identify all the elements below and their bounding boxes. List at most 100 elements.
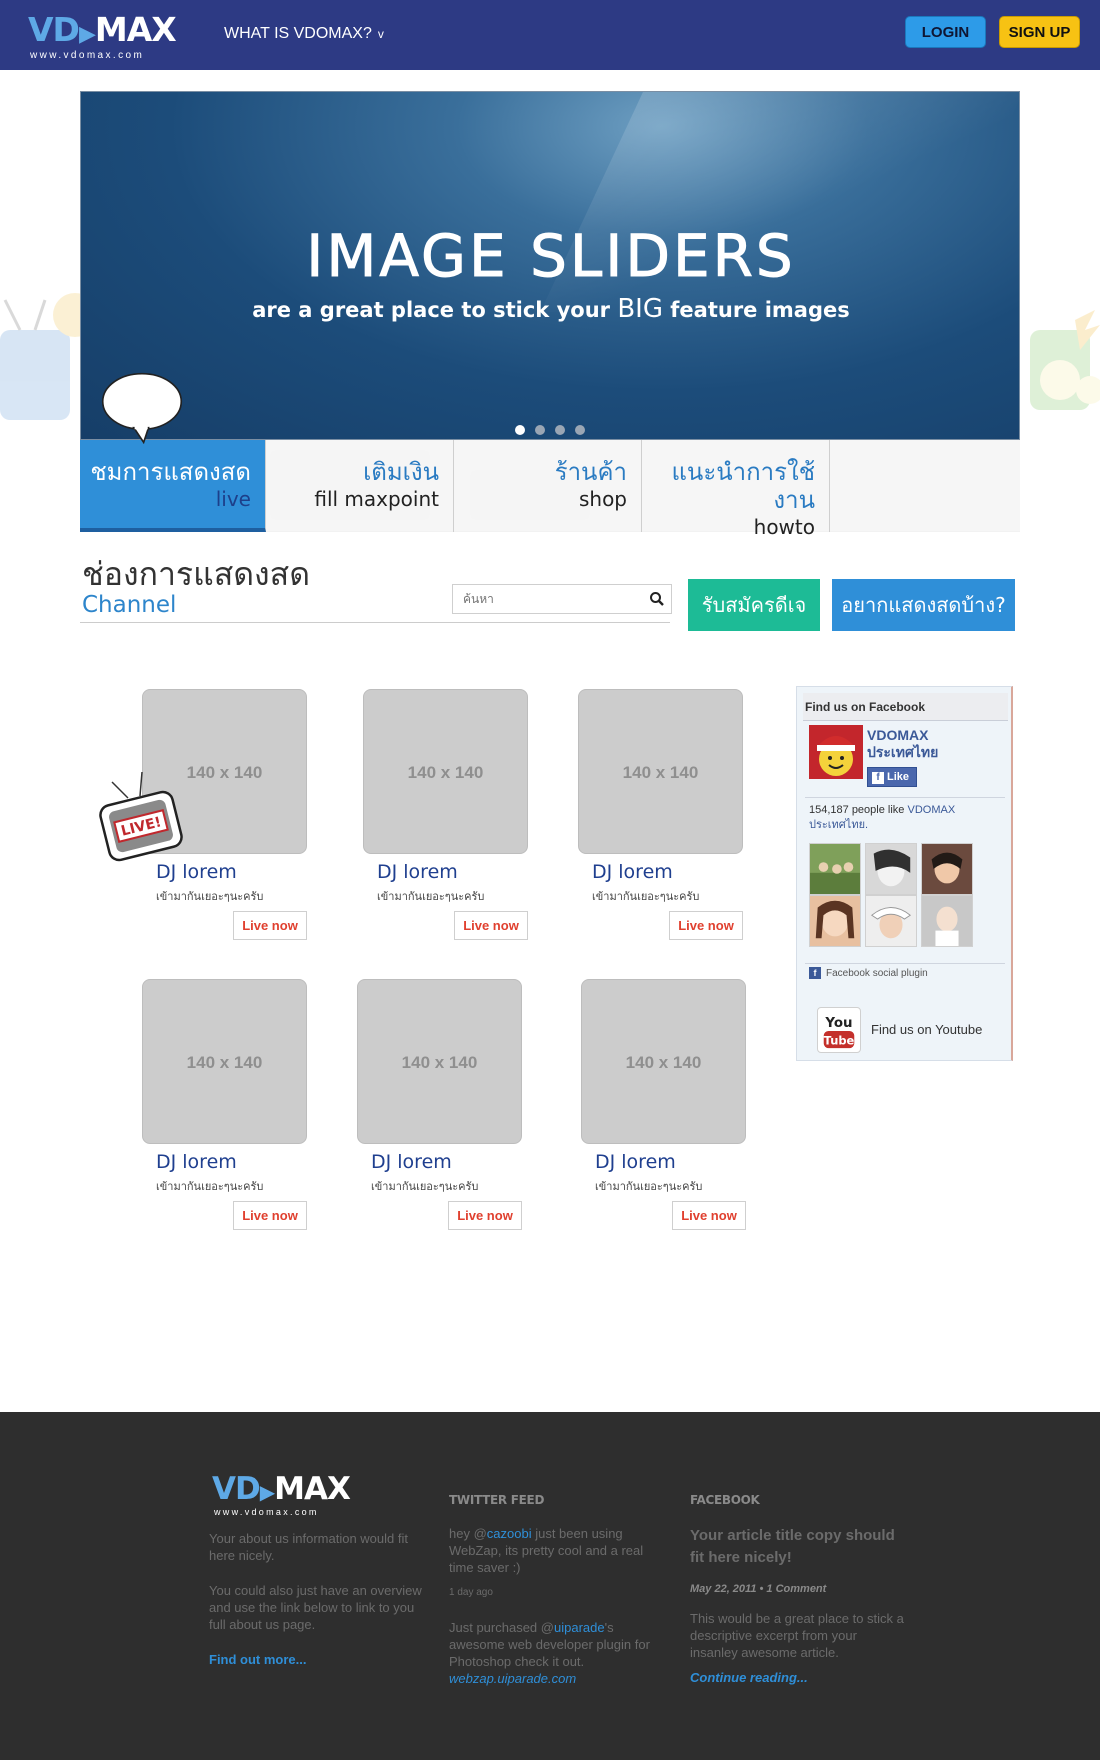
tweet-1-handle[interactable]: cazoobi — [487, 1526, 532, 1541]
footer: VD▶MAX www.vdomax.com Your about us info… — [0, 1412, 1100, 1760]
footer-about-text-2: You could also just have an overview and… — [209, 1583, 422, 1632]
find-out-more-link[interactable]: Find out more... — [209, 1651, 424, 1668]
fan-avatar[interactable] — [921, 843, 973, 895]
article-excerpt: This would be a great place to stick a d… — [690, 1611, 904, 1660]
card-thumbnail[interactable]: 140 x 140 — [581, 979, 746, 1144]
card-description: เข้ามากันเยอะๆนะครับ — [377, 891, 485, 903]
want-to-perform-button[interactable]: อยากแสดงสดบ้าง? — [832, 579, 1015, 631]
slider-subtitle: are a great place to stick your BIG feat… — [81, 294, 1019, 324]
login-button[interactable]: LOGIN — [905, 16, 986, 48]
fan-avatar[interactable] — [865, 843, 917, 895]
card-dj-name[interactable]: DJ lorem — [156, 1151, 237, 1173]
live-now-button[interactable]: Live now — [672, 1201, 746, 1230]
tab-shop-th: ร้านค้า — [554, 458, 627, 486]
footer-logo[interactable]: VD▶MAX www.vdomax.com — [212, 1471, 357, 1518]
channel-card[interactable]: 140 x 140 DJ lorem เข้ามากันเยอะๆนะครับ … — [357, 979, 527, 1239]
slider-subtitle-a: are a great place to stick your — [252, 298, 610, 322]
channel-card[interactable]: 140 x 140 DJ lorem เข้ามากันเยอะๆนะครับ … — [142, 979, 312, 1239]
slider-title: IMAGE SLIDERS — [306, 222, 796, 291]
fan-avatar[interactable] — [865, 895, 917, 947]
facebook-page-name[interactable]: VDOMAX ประเทศไทย — [867, 727, 997, 761]
tab-live-th: ชมการแสดงสด — [90, 458, 251, 486]
card-dj-name[interactable]: DJ lorem — [592, 861, 673, 883]
article-title[interactable]: Your article title copy should fit here … — [690, 1525, 905, 1569]
slider-dots — [515, 422, 595, 435]
card-thumbnail[interactable]: 140 x 140 — [363, 689, 528, 854]
register-dj-button[interactable]: รับสมัครดีเจ — [688, 579, 820, 631]
channel-card[interactable]: 140 x 140 DJ lorem เข้ามากันเยอะๆนะครับ … — [581, 979, 751, 1239]
tab-live[interactable]: ชมการแสดงสด live — [80, 440, 266, 532]
facebook-social-plugin[interactable]: f Facebook social plugin — [809, 967, 928, 979]
facebook-like-button[interactable]: f Like — [867, 767, 917, 787]
channel-divider — [80, 622, 670, 623]
youtube-link[interactable]: Find us on Youtube — [871, 1022, 982, 1037]
channel-card[interactable]: 140 x 140 DJ lorem เข้ามากันเยอะๆนะครับ … — [578, 689, 748, 949]
fan-avatar[interactable] — [809, 895, 861, 947]
slider-dot-3[interactable] — [555, 425, 565, 435]
card-dj-name[interactable]: DJ lorem — [371, 1151, 452, 1173]
fan-avatar[interactable] — [921, 895, 973, 947]
slider-dot-4[interactable] — [575, 425, 585, 435]
live-now-button[interactable]: Live now — [454, 911, 528, 940]
footer-about: Your about us information would fit here… — [209, 1530, 424, 1668]
card-description: เข้ามากันเยอะๆนะครับ — [595, 1181, 703, 1193]
slider-dot-1[interactable] — [515, 425, 525, 435]
tab-howto[interactable]: แนะนำการใช้งาน howto — [642, 440, 830, 539]
card-thumbnail[interactable]: 140 x 140 — [142, 979, 307, 1144]
card-dj-name[interactable]: DJ lorem — [595, 1151, 676, 1173]
card-thumbnail[interactable]: 140 x 140 — [578, 689, 743, 854]
fan-avatar[interactable] — [809, 843, 861, 895]
slider-subtitle-b: feature images — [670, 298, 850, 322]
channel-card[interactable]: 140 x 140 DJ lorem เข้ามากันเยอะๆนะครับ … — [363, 689, 533, 949]
live-now-button[interactable]: Live now — [448, 1201, 522, 1230]
channel-title-th: ช่องการแสดงสด — [82, 555, 310, 593]
facebook-page-name-line2: ประเทศไทย — [867, 744, 939, 760]
tab-shop[interactable]: ร้านค้า shop — [454, 440, 642, 532]
live-now-button[interactable]: Live now — [233, 1201, 307, 1230]
card-description: เข้ามากันเยอะๆนะครับ — [156, 1181, 264, 1193]
youtube-icon[interactable]: You Tube — [817, 1007, 861, 1053]
category-tabs: ชมการแสดงสด live เติมเงิน fill maxpoint … — [80, 440, 1020, 539]
search-icon[interactable] — [649, 591, 665, 607]
tweet-1-time: 1 day ago — [449, 1587, 493, 1598]
tab-howto-en: howto — [753, 515, 815, 539]
chevron-down-icon: v — [377, 27, 384, 41]
what-is-vdomax-menu[interactable]: WHAT IS VDOMAX? v — [224, 25, 384, 43]
facebook-page-name-line1: VDOMAX — [867, 727, 929, 743]
tab-fill-en: fill maxpoint — [314, 487, 439, 511]
tab-fill-th: เติมเงิน — [363, 458, 439, 486]
continue-reading-link[interactable]: Continue reading... — [690, 1669, 905, 1686]
logo-max: MAX — [94, 10, 177, 49]
facebook-divider — [805, 797, 1005, 798]
svg-text:Tube: Tube — [824, 1033, 855, 1047]
tweet-2-link[interactable]: webzap.uiparade.com — [449, 1670, 659, 1687]
tweet-1-pre: hey @ — [449, 1526, 487, 1541]
channel-title-en: Channel — [82, 592, 177, 618]
tab-shop-en: shop — [578, 487, 627, 511]
tweet-2: Just purchased @uiparade's awesome web d… — [449, 1619, 659, 1670]
tab-fill-maxpoint[interactable]: เติมเงิน fill maxpoint — [266, 440, 454, 532]
footer-facebook: FACEBOOK Your article title copy should … — [690, 1492, 905, 1686]
image-slider[interactable]: IMAGE SLIDERS are a great place to stick… — [80, 91, 1020, 440]
live-now-button[interactable]: Live now — [233, 911, 307, 940]
tweet-2-handle[interactable]: uiparade — [554, 1620, 605, 1635]
svg-text:You: You — [824, 1016, 852, 1031]
facebook-heading: Find us on Facebook — [803, 693, 1008, 721]
search-input[interactable] — [453, 585, 633, 613]
vdomax-logo[interactable]: VD▶MAX www.vdomax.com — [28, 13, 177, 61]
logo-vd: VD — [28, 10, 80, 49]
card-dj-name[interactable]: DJ lorem — [156, 861, 237, 883]
signup-button[interactable]: SIGN UP — [999, 16, 1080, 48]
footer-logo-url: www.vdomax.com — [214, 1507, 319, 1517]
card-thumbnail[interactable]: 140 x 140 — [357, 979, 522, 1144]
facebook-divider — [805, 963, 1005, 964]
facebook-page-avatar[interactable] — [809, 725, 863, 779]
card-dj-name[interactable]: DJ lorem — [377, 861, 458, 883]
footer-logo-vd: VD — [212, 1471, 261, 1507]
tab-live-en: live — [215, 487, 251, 511]
slider-dot-2[interactable] — [535, 425, 545, 435]
facebook-like-count: 154,187 people like VDOMAX ประเทศไทย. — [809, 803, 1004, 833]
facebook-like-label: Like — [887, 771, 910, 783]
search-box — [452, 584, 672, 614]
live-now-button[interactable]: Live now — [669, 911, 743, 940]
